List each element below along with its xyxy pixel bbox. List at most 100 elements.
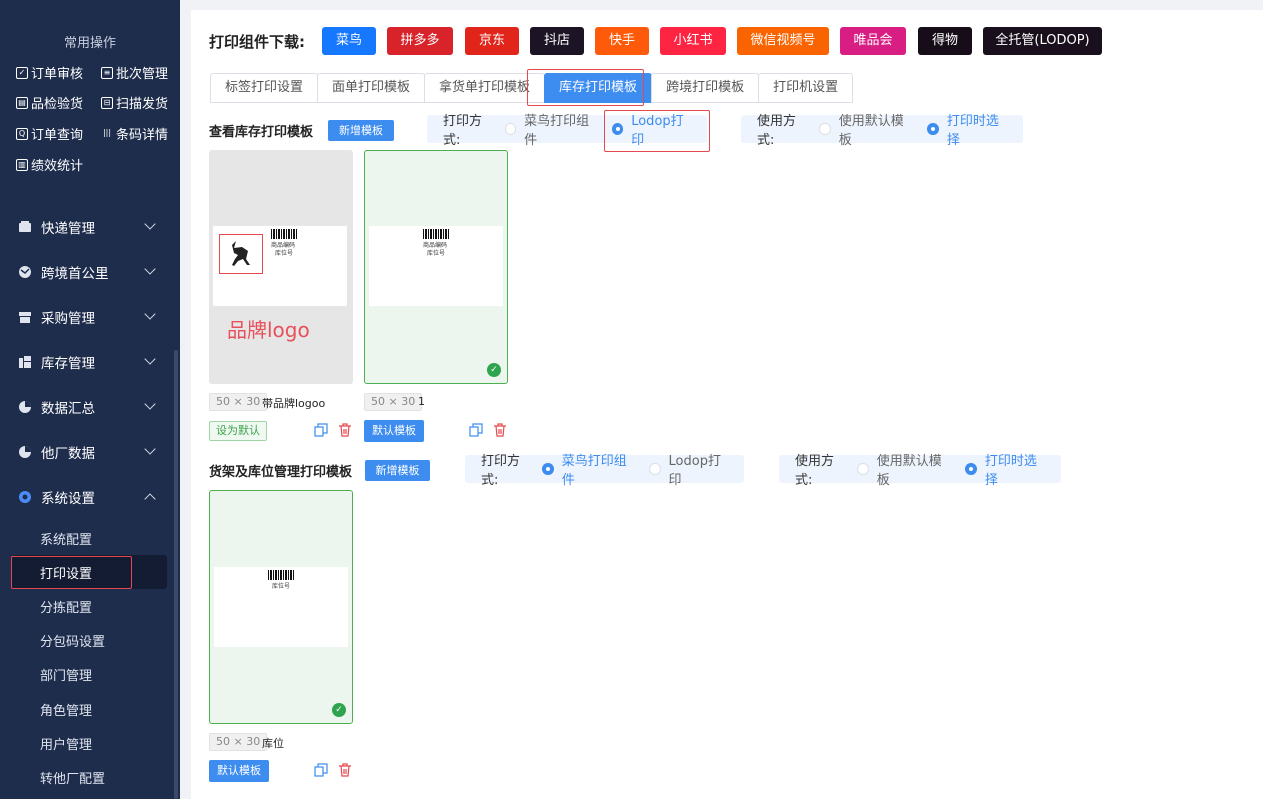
template-name: 库位 — [262, 737, 284, 750]
quick-barcode[interactable]: ||| 条码详情 — [101, 124, 168, 144]
quick-order-search[interactable]: Q 订单查询 — [16, 124, 83, 143]
section1-add-template-button[interactable]: 新增模板 — [328, 120, 394, 141]
download-vip-button[interactable]: 唯品会 — [840, 27, 906, 55]
sub-transfer-factory[interactable]: 转他厂配置 — [40, 768, 105, 787]
download-dewu-button[interactable]: 得物 — [918, 27, 972, 55]
copy-icon[interactable] — [314, 763, 328, 777]
sub-system-config[interactable]: 系统配置 — [40, 529, 92, 548]
scan-icon: ⊟ — [101, 96, 113, 109]
menu-label: 系统设置 — [41, 491, 95, 507]
radio-cainiao[interactable]: 菜鸟打印组件 — [542, 450, 635, 488]
download-kuaishou-button[interactable]: 快手 — [595, 27, 649, 55]
sub-sorting-config[interactable]: 分拣配置 — [40, 597, 92, 616]
check-square-icon: ✓ — [16, 66, 28, 79]
print-mode-label: 打印方式: — [481, 454, 521, 488]
menu-inventory[interactable]: 库存管理 — [0, 345, 180, 379]
size-tag: 50 × 30 — [364, 393, 423, 411]
download-lodop-button[interactable]: 全托管(LODOP) — [983, 27, 1102, 55]
label-location-text: 库位号 — [427, 250, 446, 257]
barcode-graphic — [268, 570, 294, 580]
inspect-icon: ▤ — [16, 96, 28, 109]
radio-use-default[interactable]: 使用默认模板 — [857, 450, 951, 488]
template-name: 1 — [418, 395, 425, 408]
menu-system-settings[interactable]: 系统设置 — [0, 480, 180, 514]
template-card[interactable]: 商品编码 库位号 品牌logo — [209, 150, 353, 384]
chevron-down-icon — [144, 443, 156, 455]
quick-label: 扫描发货 — [116, 97, 169, 112]
radio-dot — [927, 123, 939, 135]
default-template-button[interactable]: 默认模板 — [364, 420, 424, 442]
quick-label: 品检验货 — [31, 97, 84, 112]
sidebar: 常用操作 ✓ 订单审核 ≡ 批次管理 ▤ 品检验货 ⊟ 扫描发货 Q 订单查询 … — [0, 0, 180, 799]
section1-title: 查看库存打印模板 — [209, 125, 314, 140]
section2-print-mode: 打印方式: 菜鸟打印组件 Lodop打印 — [465, 454, 744, 488]
sub-subpackage-code[interactable]: 分包码设置 — [40, 631, 105, 650]
quick-scan[interactable]: ⊟ 扫描发货 — [101, 93, 168, 112]
delete-icon[interactable] — [338, 763, 352, 777]
delete-icon[interactable] — [338, 423, 352, 437]
truck-icon — [19, 221, 31, 232]
chevron-up-icon — [144, 493, 156, 505]
radio-dot — [965, 463, 977, 475]
tab-crossborder-template[interactable]: 跨境打印模板 — [651, 73, 760, 103]
globe-icon — [19, 266, 31, 278]
delete-icon[interactable] — [493, 423, 507, 437]
quick-inspect[interactable]: ▤ 品检验货 — [16, 93, 83, 112]
radio-label: 菜鸟打印组件 — [561, 454, 627, 488]
sub-role[interactable]: 角色管理 — [40, 700, 92, 719]
size-tag: 50 × 30 — [209, 393, 268, 411]
tab-waybill-template[interactable]: 面单打印模板 — [317, 73, 426, 103]
section2-use-mode: 使用方式: 使用默认模板 打印时选择 — [779, 454, 1061, 488]
sub-department[interactable]: 部门管理 — [40, 665, 92, 684]
menu-express[interactable]: 快递管理 — [0, 210, 180, 244]
template-card[interactable]: 商品编码 库位号 ✓ — [364, 150, 508, 384]
copy-icon[interactable] — [314, 423, 328, 437]
brand-logo-box — [219, 234, 263, 274]
use-mode-label: 使用方式: — [757, 114, 797, 148]
menu-data-summary[interactable]: 数据汇总 — [0, 390, 180, 424]
main-panel: 打印组件下载: 菜鸟 拼多多 京东 抖店 快手 小红书 微信视频号 唯品会 得物… — [191, 10, 1263, 799]
tab-printer-settings[interactable]: 打印机设置 — [758, 73, 854, 103]
download-wechat-channels-button[interactable]: 微信视频号 — [737, 27, 829, 55]
sub-user[interactable]: 用户管理 — [40, 734, 92, 753]
radio-label: Lodop打印 — [668, 454, 721, 488]
radio-dot — [649, 463, 661, 475]
menu-label: 跨境首公里 — [41, 266, 109, 282]
label-preview: 商品编码 库位号 — [369, 226, 503, 306]
chevron-down-icon — [144, 218, 156, 230]
menu-label: 采购管理 — [41, 311, 95, 327]
chevron-down-icon — [144, 353, 156, 365]
barcode-graphic — [271, 229, 297, 239]
quick-batch[interactable]: ≡ 批次管理 — [101, 63, 168, 82]
barcode-graphic — [423, 229, 449, 239]
menu-label: 数据汇总 — [41, 401, 95, 417]
menu-purchase[interactable]: 采购管理 — [0, 300, 180, 334]
download-jd-button[interactable]: 京东 — [465, 27, 519, 55]
chevron-down-icon — [144, 398, 156, 410]
copy-icon[interactable] — [469, 423, 483, 437]
search-order-icon: Q — [16, 127, 28, 140]
radio-choose-on-print[interactable]: 打印时选择 — [927, 110, 1009, 148]
quick-order-review[interactable]: ✓ 订单审核 — [16, 63, 83, 82]
section2-title: 货架及库位管理打印模板 — [209, 465, 353, 480]
selected-check-icon: ✓ — [332, 703, 346, 717]
radio-use-default[interactable]: 使用默认模板 — [819, 110, 913, 148]
template-card[interactable]: 库位号 ✓ — [209, 490, 353, 724]
menu-crossborder[interactable]: 跨境首公里 — [0, 255, 180, 289]
radio-lodop[interactable]: Lodop打印 — [649, 450, 730, 488]
label-preview: 库位号 — [214, 567, 348, 647]
radio-cainiao[interactable]: 菜鸟打印组件 — [504, 110, 598, 148]
download-pdd-button[interactable]: 拼多多 — [387, 27, 453, 55]
default-template-button[interactable]: 默认模板 — [209, 760, 269, 782]
tab-label-print[interactable]: 标签打印设置 — [210, 73, 319, 103]
section2-add-template-button[interactable]: 新增模板 — [365, 460, 430, 481]
label-location-text: 库位号 — [275, 250, 294, 257]
download-xiaohongshu-button[interactable]: 小红书 — [660, 27, 726, 55]
radio-choose-on-print[interactable]: 打印时选择 — [965, 450, 1047, 488]
menu-other-factory[interactable]: 他厂数据 — [0, 435, 180, 469]
download-cainiao-button[interactable]: 菜鸟 — [322, 27, 376, 55]
download-doudian-button[interactable]: 抖店 — [530, 27, 584, 55]
quick-stats[interactable]: ▥ 绩效统计 — [16, 155, 83, 174]
set-default-button[interactable]: 设为默认 — [209, 421, 267, 441]
quick-label: 订单审核 — [31, 67, 84, 82]
